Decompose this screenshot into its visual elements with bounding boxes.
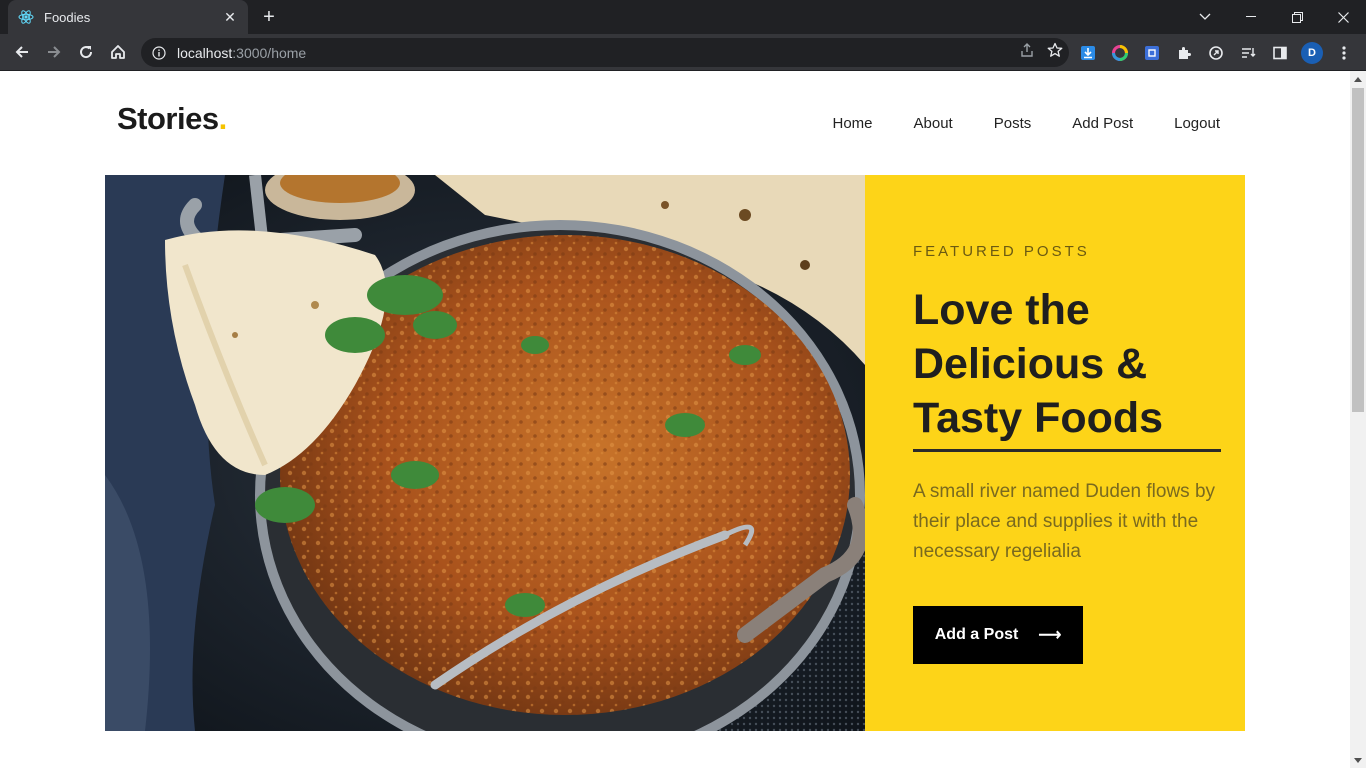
nav-add-post[interactable]: Add Post: [1072, 115, 1133, 132]
page-scrollbar[interactable]: [1350, 71, 1366, 768]
add-a-post-label: Add a Post: [934, 626, 1019, 643]
profile-avatar[interactable]: D: [1300, 41, 1324, 65]
extensions-area: D: [1076, 38, 1356, 67]
headline-underline: [913, 449, 1221, 452]
url-host: localhost: [177, 44, 233, 61]
sync-extension-icon[interactable]: [1204, 41, 1228, 65]
kebab-menu-icon[interactable]: [1332, 41, 1356, 65]
tab-title: Foodies: [44, 9, 91, 25]
minimize-icon[interactable]: [1228, 0, 1274, 34]
forward-icon[interactable]: [40, 38, 68, 66]
back-icon[interactable]: [8, 38, 36, 66]
tab-search-icon[interactable]: [1182, 0, 1228, 34]
url-path: :3000/home: [232, 44, 307, 61]
nav-about[interactable]: About: [914, 115, 953, 132]
bookmark-star-icon[interactable]: [1047, 42, 1063, 63]
translate-extension-icon[interactable]: [1140, 41, 1164, 65]
restore-icon[interactable]: [1274, 0, 1320, 34]
reload-icon[interactable]: [72, 38, 100, 66]
share-icon[interactable]: [1019, 42, 1035, 63]
page-viewport: Stories. Home About Posts Add Post Logou…: [0, 71, 1350, 768]
extensions-puzzle-icon[interactable]: [1172, 41, 1196, 65]
logo-text: Stories: [117, 101, 219, 136]
hero-description: A small river named Duden flows by their…: [913, 481, 1216, 562]
side-panel-icon[interactable]: [1268, 41, 1292, 65]
address-bar[interactable]: localhost:3000/home: [141, 38, 1069, 67]
nav-logout[interactable]: Logout: [1174, 115, 1220, 132]
new-tab-icon[interactable]: +: [258, 6, 280, 28]
close-tab-icon[interactable]: ✕: [222, 9, 238, 26]
reading-list-icon[interactable]: [1236, 41, 1260, 65]
react-icon: [18, 9, 34, 25]
color-picker-extension-icon[interactable]: [1108, 41, 1132, 65]
arrow-right-icon: ⟶: [1038, 627, 1062, 644]
window-controls: [1182, 0, 1366, 34]
hero-food-image: [105, 175, 865, 731]
featured-panel: FEATURED POSTS Love the Delicious & Tast…: [865, 175, 1245, 731]
hero-headline: Love the Delicious & Tasty Foods: [913, 286, 1164, 442]
browser-tab[interactable]: Foodies ✕: [8, 0, 248, 34]
home-icon[interactable]: [104, 38, 132, 66]
scroll-thumb[interactable]: [1352, 88, 1364, 412]
add-a-post-button[interactable]: Add a Post ⟶: [913, 606, 1083, 664]
main-nav: Home About Posts Add Post Logout: [833, 115, 1221, 132]
browser-tabbar: Foodies ✕ +: [0, 0, 1366, 34]
featured-eyebrow: FEATURED POSTS: [913, 243, 1090, 260]
scroll-down-icon[interactable]: [1350, 752, 1366, 768]
site-logo[interactable]: Stories.: [117, 101, 227, 137]
profile-initial: D: [1301, 41, 1323, 64]
download-extension-icon[interactable]: [1076, 41, 1100, 65]
logo-dot: .: [218, 101, 228, 136]
site-info-icon[interactable]: [151, 45, 167, 61]
close-window-icon[interactable]: [1320, 0, 1366, 34]
scroll-up-icon[interactable]: [1350, 71, 1366, 87]
browser-toolbar: localhost:3000/home D: [0, 34, 1366, 71]
nav-home[interactable]: Home: [833, 115, 873, 132]
nav-posts[interactable]: Posts: [994, 115, 1032, 132]
